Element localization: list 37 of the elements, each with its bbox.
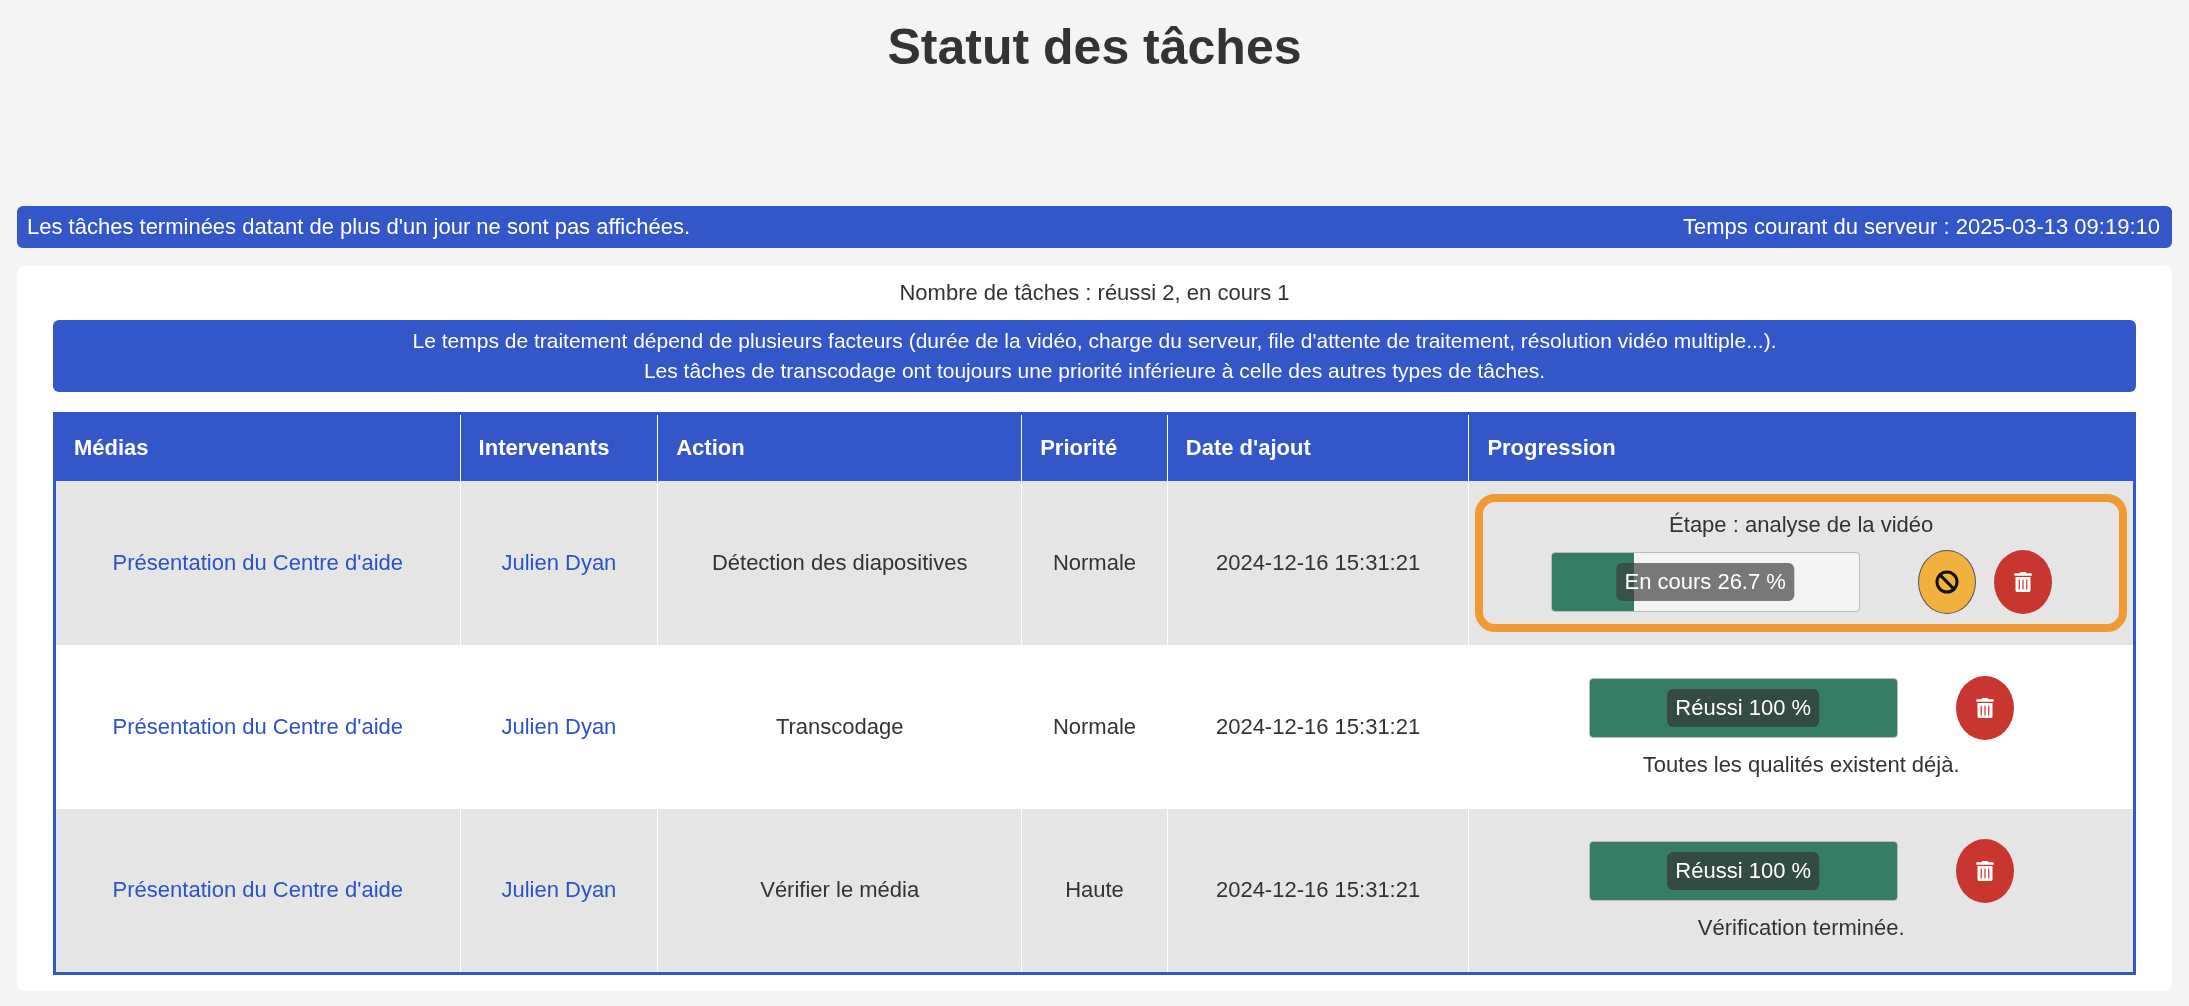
priority-cell: Normale <box>1052 714 1137 739</box>
info-text: Le temps de traitement dépend de plusieurs facteurs (durée de la vidéo, charge du serveur, file d'attente de traitement, résolution vidéo multiple...). <box>411 328 1778 354</box>
column-header: Priorité <box>1021 413 1168 481</box>
speaker-link[interactable]: Julien Dyan <box>501 550 617 575</box>
status-note: Toutes les qualités existent déjà. <box>1642 752 1960 778</box>
date-cell: 2024-12-16 15:31:21 <box>1215 550 1421 575</box>
trash-icon <box>2012 572 2033 592</box>
server-time: Temps courant du serveur : 2025-03-13 09:19:10 <box>1683 214 2160 240</box>
trash-icon <box>1974 861 1995 882</box>
task-count: Nombre de tâches : réussi 2, en cours 1 <box>898 280 1291 306</box>
progress-label: Réussi 100 % <box>1667 852 1820 891</box>
action-cell: Détection des diapositives <box>711 550 968 575</box>
step-text: Étape : analyse de la vidéo <box>1669 512 1934 538</box>
media-link[interactable]: Présentation du Centre d'aide <box>112 714 403 739</box>
column-header: Date d'ajout <box>1167 413 1469 481</box>
media-link[interactable]: Présentation du Centre d'aide <box>112 877 403 903</box>
column-header: Action <box>657 413 1022 481</box>
ban-icon <box>1934 570 1959 594</box>
trash-icon <box>1974 698 1995 718</box>
date-cell: 2024-12-16 15:31:21 <box>1215 877 1421 903</box>
speaker-link[interactable]: Julien Dyan <box>501 714 617 739</box>
media-link[interactable]: Présentation du Centre d'aide <box>112 550 403 575</box>
column-header: Intervenants <box>460 413 658 481</box>
status-note: Vérification terminée. <box>1697 915 1905 942</box>
priority-cell: Haute <box>1065 877 1124 903</box>
notice-text: Les tâches terminées datant de plus d'un jour ne sont pas affichées. <box>27 214 690 240</box>
progress-label: Réussi 100 % <box>1667 689 1820 727</box>
priority-cell: Normale <box>1052 550 1137 575</box>
action-cell: Transcodage <box>775 714 904 739</box>
page-title: Statut des tâches <box>886 18 1303 77</box>
action-cell: Vérifier le média <box>760 877 920 903</box>
date-cell: 2024-12-16 15:31:21 <box>1215 714 1421 739</box>
column-header: Médias <box>54 413 461 481</box>
info-text: Les tâches de transcodage ont toujours une priorité inférieure à celle des autres types de tâches. <box>642 358 1547 384</box>
column-header: Progression <box>1468 413 2135 481</box>
speaker-link[interactable]: Julien Dyan <box>501 877 617 903</box>
progress-label: En cours 26.7 % <box>1616 563 1794 601</box>
